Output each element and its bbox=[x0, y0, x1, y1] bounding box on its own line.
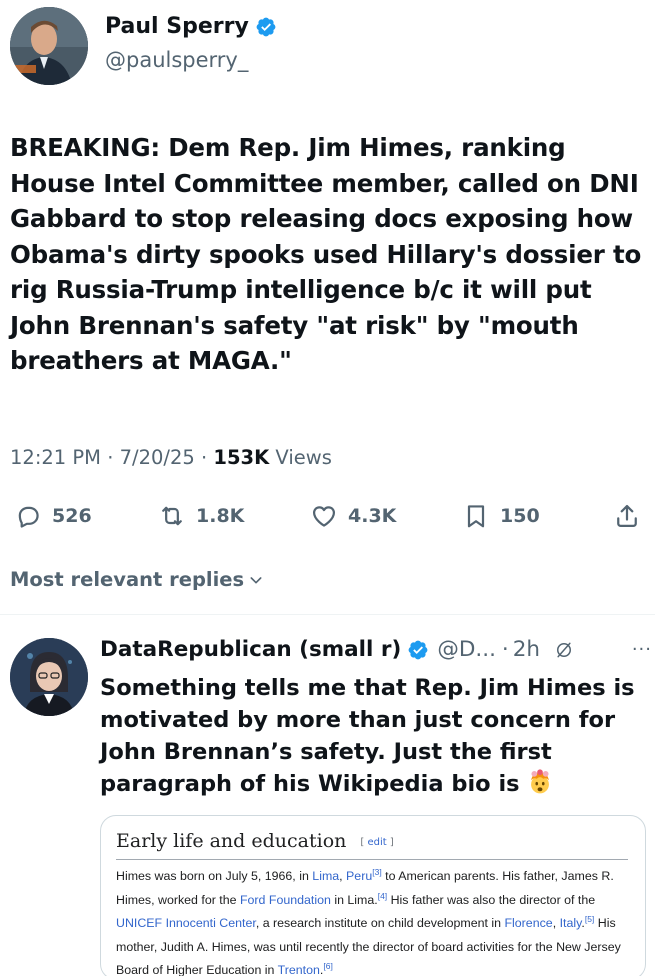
tweet-meta: 12:21 PM · 7/20/25 · 153K Views bbox=[10, 446, 332, 469]
reply-icon bbox=[18, 506, 39, 528]
wiki-ref: [5] bbox=[584, 914, 595, 925]
reply-separator: · bbox=[501, 637, 509, 662]
bookmark-icon bbox=[467, 505, 485, 528]
wiki-text: His father was also the director of the bbox=[387, 892, 596, 907]
tweet-text: BREAKING: Dem Rep. Jim Himes, ranking Ho… bbox=[10, 133, 642, 375]
reply-button[interactable]: 526 bbox=[14, 500, 92, 532]
views-count: 153K bbox=[213, 446, 270, 469]
wiki-ref: [4] bbox=[377, 890, 388, 901]
repost-count: 1.8K bbox=[196, 505, 245, 527]
tweet-date[interactable]: 7/20/25 bbox=[120, 446, 195, 469]
reply-author-handle[interactable]: @D... bbox=[437, 637, 496, 662]
divider bbox=[0, 614, 655, 615]
wiki-link-ford-foundation: Ford Foundation bbox=[239, 892, 331, 907]
wiki-section-heading: Early life and education [ edit ] bbox=[116, 830, 394, 852]
tweet-actions: 526 1.8K 4.3K 150 bbox=[10, 500, 650, 532]
main-tweet: Paul Sperry @paulsperry_ BREAKING: Dem R… bbox=[0, 0, 655, 615]
wiki-text: , bbox=[552, 916, 560, 931]
wiki-link-trenton: Trenton bbox=[277, 963, 320, 976]
reply-header: DataRepublican (small r) @D... · 2h ··· bbox=[100, 637, 652, 662]
reply-author-name[interactable]: DataRepublican (small r) bbox=[100, 637, 401, 662]
wiki-paragraph: Himes was born on July 5, 1966, in Lima,… bbox=[116, 865, 636, 976]
author-handle[interactable]: @paulsperry_ bbox=[105, 48, 248, 72]
share-button[interactable] bbox=[613, 500, 641, 532]
repost-button[interactable]: 1.8K bbox=[158, 500, 244, 532]
reply-text-body: Something tells me that Rep. Jim Himes i… bbox=[100, 675, 635, 797]
wiki-ref: [6] bbox=[323, 961, 333, 972]
reply-text: Something tells me that Rep. Jim Himes i… bbox=[100, 672, 652, 800]
verified-badge-icon bbox=[408, 640, 428, 659]
verified-badge-icon bbox=[256, 17, 276, 36]
repost-icon bbox=[162, 506, 182, 526]
wiki-ref: [3] bbox=[372, 867, 382, 877]
wikipedia-screenshot-card[interactable]: Early life and education [ edit ] Himes … bbox=[100, 815, 646, 976]
heart-icon bbox=[312, 506, 336, 527]
like-button[interactable]: 4.3K bbox=[310, 500, 396, 532]
wiki-link-italy: Italy bbox=[559, 916, 582, 931]
wiki-heading-text: Early life and education bbox=[116, 830, 347, 852]
wiki-text: , bbox=[339, 869, 347, 883]
reply-time[interactable]: 2h bbox=[513, 637, 540, 662]
wiki-link-unicef: UNICEF Innocenti Center bbox=[116, 916, 256, 931]
tweet-time[interactable]: 12:21 PM bbox=[10, 446, 101, 469]
more-options-button[interactable]: ··· bbox=[632, 639, 652, 660]
author-name[interactable]: Paul Sperry bbox=[105, 14, 277, 39]
replies-sort-label: Most relevant replies bbox=[10, 568, 245, 591]
author-name-text[interactable]: Paul Sperry bbox=[105, 14, 249, 39]
wiki-link-peru: Peru bbox=[346, 869, 373, 883]
views-label: Views bbox=[275, 446, 332, 469]
share-icon bbox=[617, 504, 637, 528]
like-count: 4.3K bbox=[348, 505, 397, 527]
grok-icon[interactable] bbox=[554, 640, 574, 660]
wiki-heading-rule bbox=[116, 859, 628, 860]
wiki-edit-close: ] bbox=[386, 837, 394, 848]
wiki-text: in Lima. bbox=[330, 892, 378, 907]
wiki-edit-open: [ bbox=[360, 837, 368, 848]
reply-tweet[interactable]: DataRepublican (small r) @D... · 2h ··· … bbox=[0, 616, 655, 976]
chevron-down-icon bbox=[250, 576, 262, 583]
wiki-link-lima: Lima bbox=[312, 869, 340, 883]
bookmark-button[interactable]: 150 bbox=[462, 500, 540, 532]
wiki-text: Himes was born on July 5, 1966, in bbox=[116, 869, 313, 883]
exploding-head-emoji-icon bbox=[531, 769, 550, 794]
reply-author-avatar[interactable] bbox=[10, 638, 88, 716]
bookmark-count: 150 bbox=[500, 505, 540, 527]
replies-sort-dropdown[interactable]: Most relevant replies bbox=[10, 568, 264, 591]
wiki-edit-link: [ edit ] bbox=[360, 837, 393, 848]
wiki-edit-label: edit bbox=[367, 837, 387, 848]
meta-separator: · bbox=[107, 446, 114, 469]
author-avatar[interactable] bbox=[10, 7, 88, 85]
wiki-link-florence: Florence bbox=[504, 916, 553, 931]
wiki-text: , a research institute on child developm… bbox=[255, 916, 505, 931]
meta-separator: · bbox=[200, 446, 208, 469]
reply-count: 526 bbox=[52, 505, 92, 527]
